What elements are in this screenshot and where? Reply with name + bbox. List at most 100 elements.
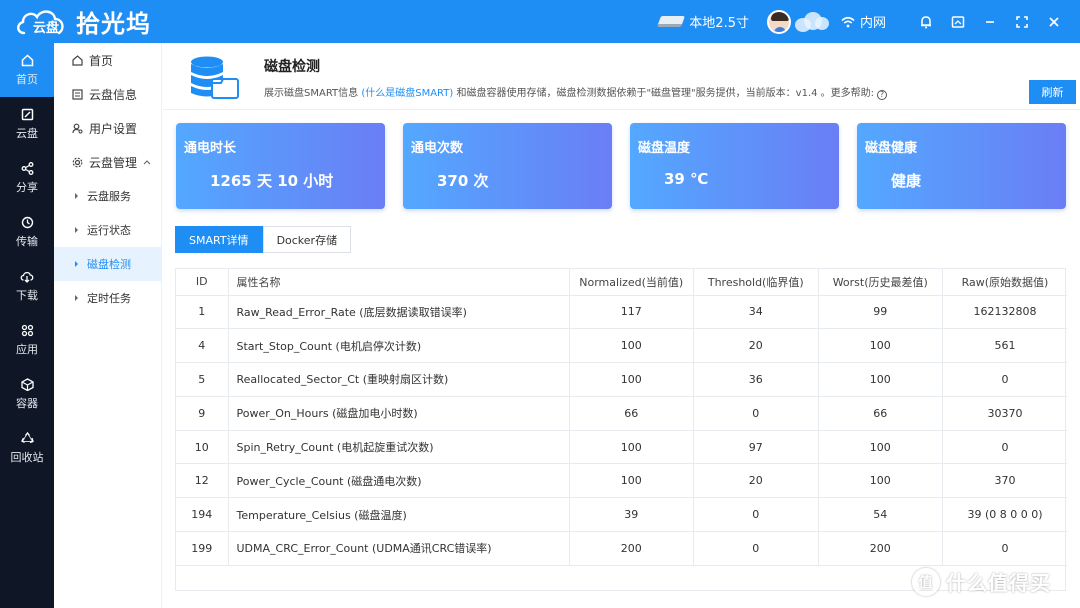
cell-raw: 162132808: [942, 295, 1067, 330]
subnav-label: 用户设置: [89, 121, 138, 136]
col-header-name: 属性名称: [228, 269, 570, 296]
rail-item-share[interactable]: 分享: [0, 151, 54, 205]
rail-item-recycle[interactable]: 回收站: [0, 421, 54, 475]
card-value: 370 次: [437, 172, 489, 190]
download-icon: [20, 271, 34, 283]
cell-name: Start_Stop_Count (电机启停次计数): [228, 328, 570, 364]
cell-id: 4: [176, 328, 229, 364]
page-header: 磁盘检测 展示磁盘SMART信息 (什么是磁盘SMART) 和磁盘容器使用存储，…: [163, 43, 1080, 110]
rail-label: 分享: [16, 180, 38, 194]
rail-item-apps[interactable]: 应用: [0, 313, 54, 367]
stat-card-power-on-time: 通电时长 1265 天 10 小时: [176, 123, 385, 209]
network-label: 内网: [859, 16, 886, 31]
cell-raw: 0: [942, 430, 1067, 465]
cell-worst: 66: [818, 396, 943, 431]
rail-label: 容器: [16, 396, 38, 410]
cell-raw: 39 (0 8 0 0 0): [942, 497, 1067, 533]
recycle-icon: [20, 431, 34, 443]
card-value: 1265 天 10 小时: [210, 172, 334, 190]
cell-worst: 100: [818, 463, 943, 499]
desc-prefix: 展示磁盘SMART信息: [264, 88, 362, 99]
rail-item-download[interactable]: 下载: [0, 259, 54, 313]
tab-docker-storage[interactable]: Docker存储: [262, 226, 352, 253]
logo-text: 云盘: [33, 20, 60, 36]
subnav-label: 云盘管理: [89, 155, 138, 170]
cell-raw: 30370: [942, 396, 1067, 431]
subnav-child-disk-check[interactable]: 磁盘检测: [54, 247, 161, 281]
stat-card-temperature: 磁盘温度 39 ℃: [630, 123, 839, 209]
subnav-item-disk-info[interactable]: 云盘信息: [54, 77, 161, 111]
cloud-disk-icon: [21, 108, 33, 120]
hard-disk-icon: [657, 16, 686, 27]
bullet-icon: [75, 261, 78, 267]
cell-id: 12: [176, 463, 229, 499]
rail-item-transfer[interactable]: 传输: [0, 205, 54, 259]
cell-worst: 200: [818, 531, 943, 566]
rail-label: 下载: [16, 288, 38, 302]
minimize-icon[interactable]: [980, 12, 1000, 32]
cell-worst: 100: [818, 362, 943, 397]
home-icon: [21, 53, 33, 66]
cell-normalized: 117: [569, 295, 694, 330]
cell-raw: 561: [942, 328, 1067, 364]
disk-selector[interactable]: 本地2.5寸: [657, 12, 749, 31]
subnav-item-home[interactable]: 首页: [54, 43, 161, 77]
cell-normalized: 100: [569, 463, 694, 499]
subnav-item-user-settings[interactable]: 用户设置: [54, 111, 161, 145]
fullscreen-icon[interactable]: [1012, 12, 1032, 32]
what-is-smart-link[interactable]: (什么是磁盘SMART): [361, 88, 453, 99]
help-icon[interactable]: ?: [877, 90, 888, 100]
subnav-child-label: 磁盘检测: [87, 258, 131, 271]
watermark-logo-icon: 值: [912, 567, 940, 596]
rail-item-cloud-disk[interactable]: 云盘: [0, 97, 54, 151]
subnav-child-scheduled-tasks[interactable]: 定时任务: [54, 281, 161, 315]
cell-id: 5: [176, 362, 229, 397]
cell-worst: 100: [818, 430, 943, 465]
bullet-icon: [75, 295, 78, 301]
cell-threshold: 20: [693, 328, 819, 364]
bell-icon[interactable]: [916, 12, 936, 32]
sub-nav: 首页 云盘信息 用户设置 云盘管理 云盘服务 运行状态 磁盘检测 定时任务: [54, 43, 162, 608]
col-header-normalized: Normalized(当前值): [569, 269, 694, 296]
page-title: 磁盘检测: [264, 59, 320, 75]
cell-worst: 99: [818, 295, 943, 330]
subnav-child-run-status[interactable]: 运行状态: [54, 213, 161, 247]
cell-raw: 370: [942, 463, 1067, 499]
subnav-child-label: 云盘服务: [87, 190, 131, 203]
cell-id: 10: [176, 430, 229, 465]
subnav-item-disk-management[interactable]: 云盘管理: [54, 145, 161, 179]
table-row: 1 Raw_Read_Error_Rate (底层数据读取错误率) 117 34 99 1…: [176, 295, 1067, 330]
subnav-label: 云盘信息: [89, 87, 138, 102]
close-icon[interactable]: [1044, 12, 1064, 32]
rail-label: 回收站: [10, 450, 44, 464]
cell-id: 9: [176, 396, 229, 431]
apps-icon: [21, 324, 33, 336]
brand-name: 拾光坞: [76, 10, 151, 38]
screen-icon[interactable]: [948, 12, 968, 32]
subnav-child-disk-service[interactable]: 云盘服务: [54, 179, 161, 213]
table-row: 199 UDMA_CRC_Error_Count (UDMA通讯CRC错误率) 20…: [176, 531, 1067, 566]
refresh-button[interactable]: 刷新: [1029, 80, 1076, 104]
rail-item-container[interactable]: 容器: [0, 367, 54, 421]
cell-threshold: 0: [693, 497, 819, 533]
tab-smart-details[interactable]: SMART详情: [175, 226, 263, 253]
avatar[interactable]: [766, 9, 791, 34]
card-label: 磁盘温度: [638, 141, 691, 156]
col-header-raw: Raw(原始数据值): [942, 269, 1067, 296]
cloud-logo-icon: 云盘: [14, 7, 70, 37]
table-row: 5 Reallocated_Sector_Ct (重映射扇区计数) 100 36 100…: [176, 362, 1067, 397]
cell-threshold: 97: [693, 430, 819, 465]
cell-name: Reallocated_Sector_Ct (重映射扇区计数): [228, 362, 570, 397]
network-status[interactable]: 内网: [841, 12, 886, 31]
rail-label: 首页: [16, 72, 38, 86]
cell-worst: 54: [818, 497, 943, 533]
bullet-icon: [75, 227, 78, 233]
smart-table: ID 属性名称 Normalized(当前值) Threshold(临界值) W…: [175, 268, 1067, 591]
table-row: 12 Power_Cycle_Count (磁盘通电次数) 100 20 100 370: [176, 463, 1067, 499]
table-header-row: ID 属性名称 Normalized(当前值) Threshold(临界值) W…: [176, 269, 1067, 296]
rail-item-home[interactable]: 首页: [0, 43, 54, 97]
wifi-icon: [841, 16, 855, 27]
cell-name: UDMA_CRC_Error_Count (UDMA通讯CRC错误率): [228, 531, 570, 566]
rail-label: 云盘: [16, 126, 38, 140]
watermark: 值 什么值得买: [912, 567, 1051, 596]
